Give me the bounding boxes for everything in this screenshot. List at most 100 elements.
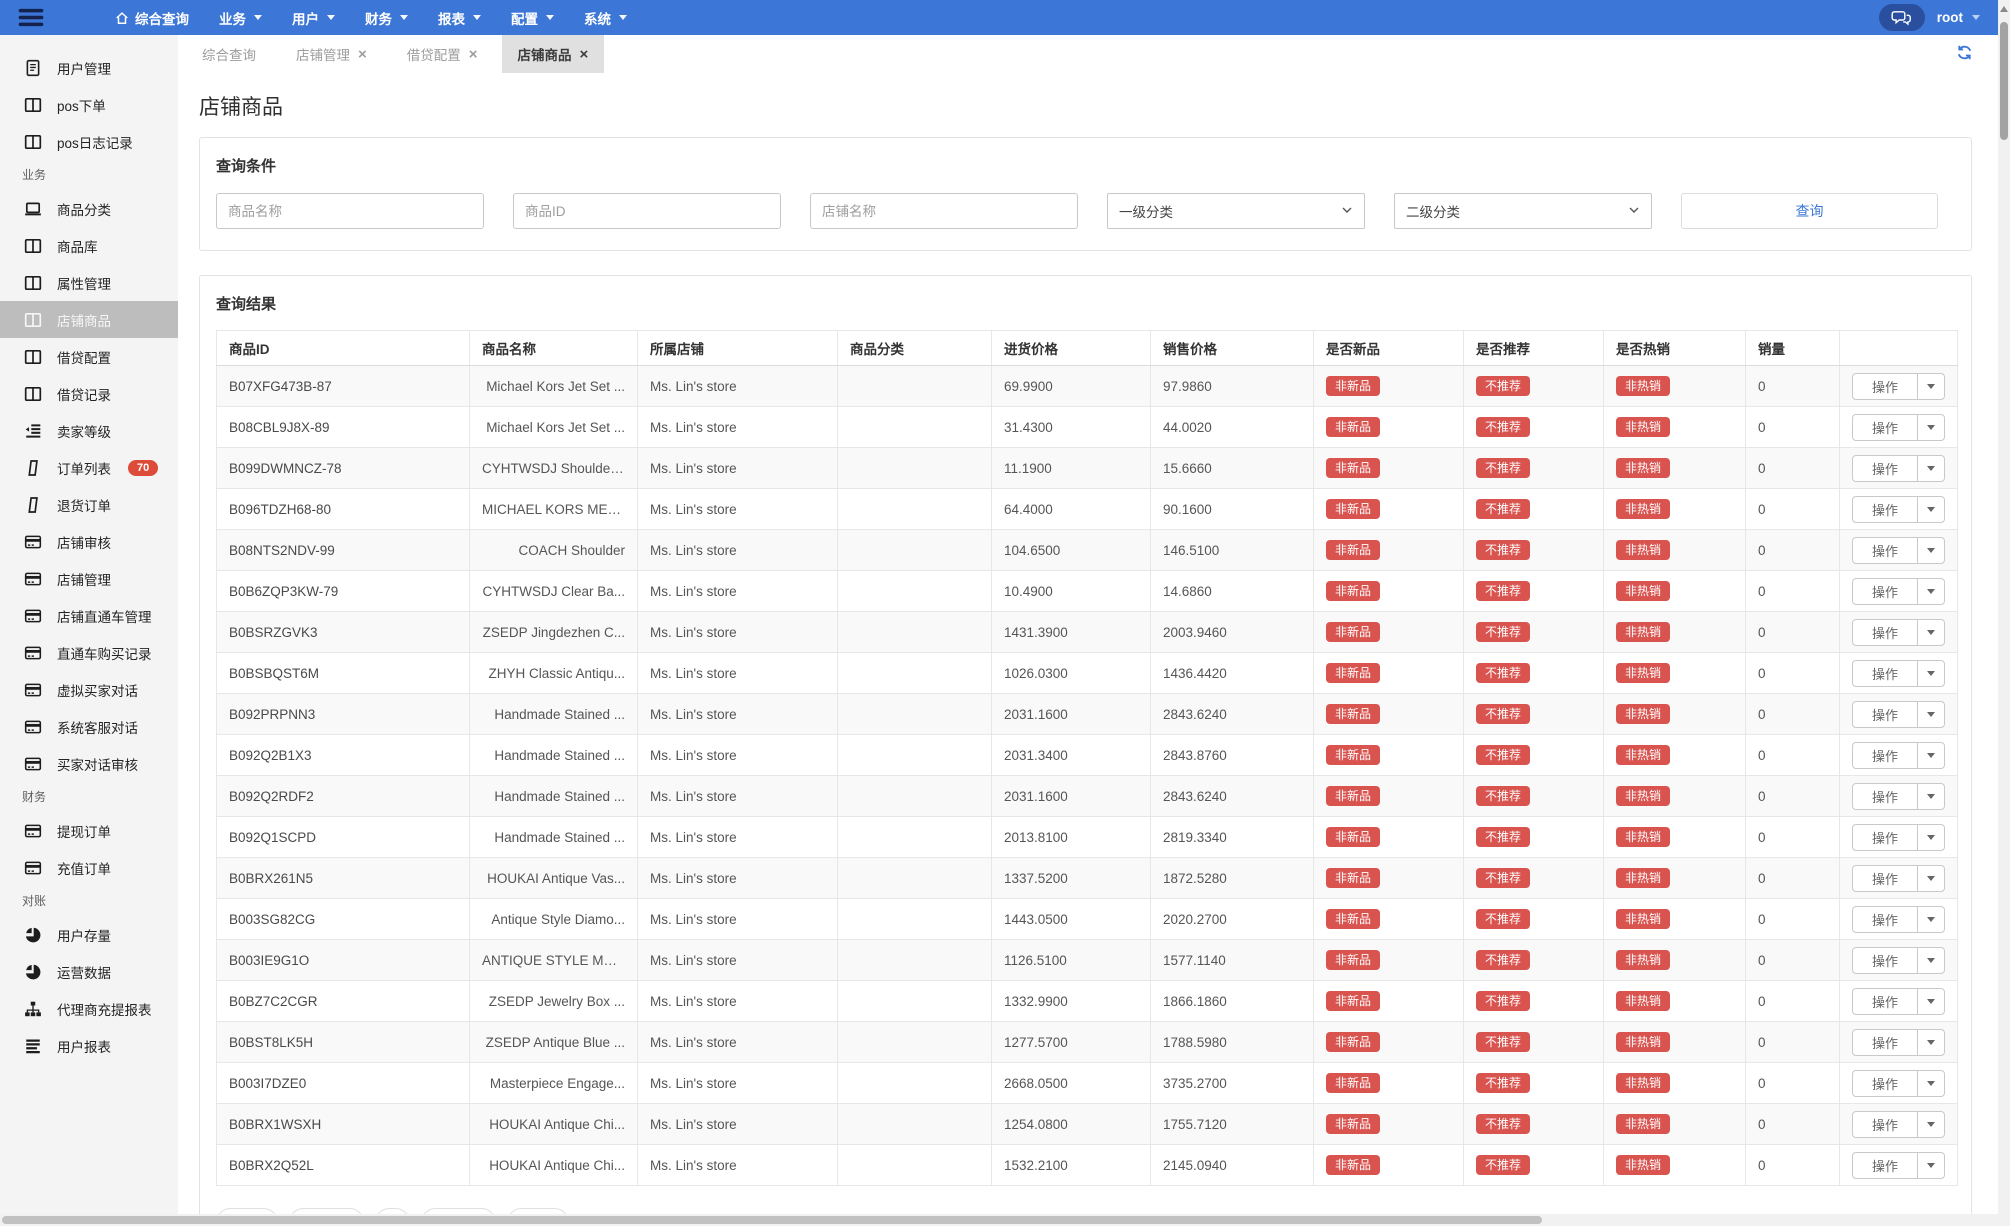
action-dropdown-caret[interactable] xyxy=(1917,661,1944,686)
action-split-button[interactable]: 操作 xyxy=(1852,906,1945,933)
action-split-button[interactable]: 操作 xyxy=(1852,1029,1945,1056)
sidebar-item-train-purchase-records[interactable]: 直通车购买记录 xyxy=(0,634,178,671)
nav-item-finance[interactable]: 财务 xyxy=(350,0,423,35)
sidebar-item-user-report[interactable]: 用户报表 xyxy=(0,1027,178,1064)
product-id-input[interactable] xyxy=(513,193,781,229)
close-icon[interactable]: × xyxy=(580,47,589,62)
action-dropdown-caret[interactable] xyxy=(1917,1153,1944,1178)
action-split-button[interactable]: 操作 xyxy=(1852,1152,1945,1179)
sidebar-item-store-management[interactable]: 店铺管理 xyxy=(0,560,178,597)
nav-item-business[interactable]: 业务 xyxy=(204,0,277,35)
action-button-label[interactable]: 操作 xyxy=(1853,702,1917,727)
sidebar-item-product-category[interactable]: 商品分类 xyxy=(0,190,178,227)
action-dropdown-caret[interactable] xyxy=(1917,784,1944,809)
action-button-label[interactable]: 操作 xyxy=(1853,620,1917,645)
sidebar-item-operations-data[interactable]: 运营数据 xyxy=(0,953,178,990)
category-level-1-select[interactable]: 一级分类 xyxy=(1107,193,1365,229)
action-dropdown-caret[interactable] xyxy=(1917,415,1944,440)
action-button-label[interactable]: 操作 xyxy=(1853,989,1917,1014)
action-dropdown-caret[interactable] xyxy=(1917,743,1944,768)
sidebar-item-withdraw-orders[interactable]: 提现订单 xyxy=(0,812,178,849)
action-dropdown-caret[interactable] xyxy=(1917,1030,1944,1055)
sidebar-item-return-orders[interactable]: 退货订单 xyxy=(0,486,178,523)
action-split-button[interactable]: 操作 xyxy=(1852,496,1945,523)
hamburger-menu-icon[interactable] xyxy=(0,0,62,35)
close-icon[interactable]: × xyxy=(358,47,367,62)
scroll-up-arrow-icon[interactable] xyxy=(2000,6,2008,12)
tab-借贷配置[interactable]: 借贷配置× xyxy=(391,35,494,73)
action-split-button[interactable]: 操作 xyxy=(1852,783,1945,810)
action-button-label[interactable]: 操作 xyxy=(1853,743,1917,768)
action-button-label[interactable]: 操作 xyxy=(1853,1153,1917,1178)
action-split-button[interactable]: 操作 xyxy=(1852,988,1945,1015)
sidebar-item-loan-config[interactable]: 借贷配置 xyxy=(0,338,178,375)
action-dropdown-caret[interactable] xyxy=(1917,374,1944,399)
action-dropdown-caret[interactable] xyxy=(1917,497,1944,522)
tab-店铺商品[interactable]: 店铺商品× xyxy=(502,35,605,73)
nav-item-user[interactable]: 用户 xyxy=(277,0,350,35)
action-split-button[interactable]: 操作 xyxy=(1852,701,1945,728)
action-split-button[interactable]: 操作 xyxy=(1852,619,1945,646)
action-button-label[interactable]: 操作 xyxy=(1853,1071,1917,1096)
action-button-label[interactable]: 操作 xyxy=(1853,825,1917,850)
sidebar-item-user-management[interactable]: 用户管理 xyxy=(0,49,178,86)
action-split-button[interactable]: 操作 xyxy=(1852,373,1945,400)
horizontal-scrollbar-thumb[interactable] xyxy=(2,1216,1542,1224)
store-name-input[interactable] xyxy=(810,193,1078,229)
sidebar-item-system-service-chat[interactable]: 系统客服对话 xyxy=(0,708,178,745)
tab-店铺管理[interactable]: 店铺管理× xyxy=(280,35,383,73)
action-split-button[interactable]: 操作 xyxy=(1852,537,1945,564)
tab-综合查询[interactable]: 综合查询 xyxy=(186,35,272,73)
close-icon[interactable]: × xyxy=(469,47,478,62)
category-level-2-select[interactable]: 二级分类 xyxy=(1394,193,1652,229)
action-split-button[interactable]: 操作 xyxy=(1852,865,1945,892)
chat-bubbles-icon[interactable] xyxy=(1879,4,1925,31)
action-dropdown-caret[interactable] xyxy=(1917,538,1944,563)
action-dropdown-caret[interactable] xyxy=(1917,456,1944,481)
nav-item-composite-query[interactable]: 综合查询 xyxy=(100,0,204,35)
action-dropdown-caret[interactable] xyxy=(1917,702,1944,727)
action-split-button[interactable]: 操作 xyxy=(1852,947,1945,974)
action-button-label[interactable]: 操作 xyxy=(1853,1030,1917,1055)
action-button-label[interactable]: 操作 xyxy=(1853,948,1917,973)
action-button-label[interactable]: 操作 xyxy=(1853,579,1917,604)
sidebar-item-store-review[interactable]: 店铺审核 xyxy=(0,523,178,560)
sidebar-item-store-products[interactable]: 店铺商品 xyxy=(0,301,178,338)
horizontal-scrollbar[interactable] xyxy=(0,1214,2010,1226)
sidebar-item-loan-records[interactable]: 借贷记录 xyxy=(0,375,178,412)
action-button-label[interactable]: 操作 xyxy=(1853,456,1917,481)
sidebar-item-virtual-buyer-chat[interactable]: 虚拟买家对话 xyxy=(0,671,178,708)
sidebar-item-store-train-management[interactable]: 店铺直通车管理 xyxy=(0,597,178,634)
action-button-label[interactable]: 操作 xyxy=(1853,538,1917,563)
user-menu[interactable]: root xyxy=(1937,10,1980,25)
nav-item-system[interactable]: 系统 xyxy=(569,0,642,35)
action-dropdown-caret[interactable] xyxy=(1917,825,1944,850)
sidebar-item-pos-order[interactable]: pos下单 xyxy=(0,86,178,123)
action-button-label[interactable]: 操作 xyxy=(1853,497,1917,522)
action-button-label[interactable]: 操作 xyxy=(1853,784,1917,809)
sidebar-item-order-list[interactable]: 订单列表70 xyxy=(0,449,178,486)
action-button-label[interactable]: 操作 xyxy=(1853,661,1917,686)
action-button-label[interactable]: 操作 xyxy=(1853,1112,1917,1137)
action-dropdown-caret[interactable] xyxy=(1917,989,1944,1014)
action-split-button[interactable]: 操作 xyxy=(1852,578,1945,605)
vertical-scrollbar-thumb[interactable] xyxy=(2000,22,2008,140)
action-button-label[interactable]: 操作 xyxy=(1853,415,1917,440)
action-split-button[interactable]: 操作 xyxy=(1852,414,1945,441)
sidebar-item-attribute-management[interactable]: 属性管理 xyxy=(0,264,178,301)
action-dropdown-caret[interactable] xyxy=(1917,866,1944,891)
sidebar-item-user-holdings[interactable]: 用户存量 xyxy=(0,916,178,953)
action-button-label[interactable]: 操作 xyxy=(1853,907,1917,932)
nav-item-report[interactable]: 报表 xyxy=(423,0,496,35)
sidebar-item-recharge-orders[interactable]: 充值订单 xyxy=(0,849,178,886)
product-name-input[interactable] xyxy=(216,193,484,229)
action-dropdown-caret[interactable] xyxy=(1917,948,1944,973)
sidebar-item-seller-level[interactable]: 卖家等级 xyxy=(0,412,178,449)
action-split-button[interactable]: 操作 xyxy=(1852,1070,1945,1097)
action-split-button[interactable]: 操作 xyxy=(1852,1111,1945,1138)
sidebar-item-product-library[interactable]: 商品库 xyxy=(0,227,178,264)
action-button-label[interactable]: 操作 xyxy=(1853,374,1917,399)
sidebar-item-pos-log[interactable]: pos日志记录 xyxy=(0,123,178,160)
refresh-icon[interactable] xyxy=(1956,44,1976,64)
action-split-button[interactable]: 操作 xyxy=(1852,742,1945,769)
